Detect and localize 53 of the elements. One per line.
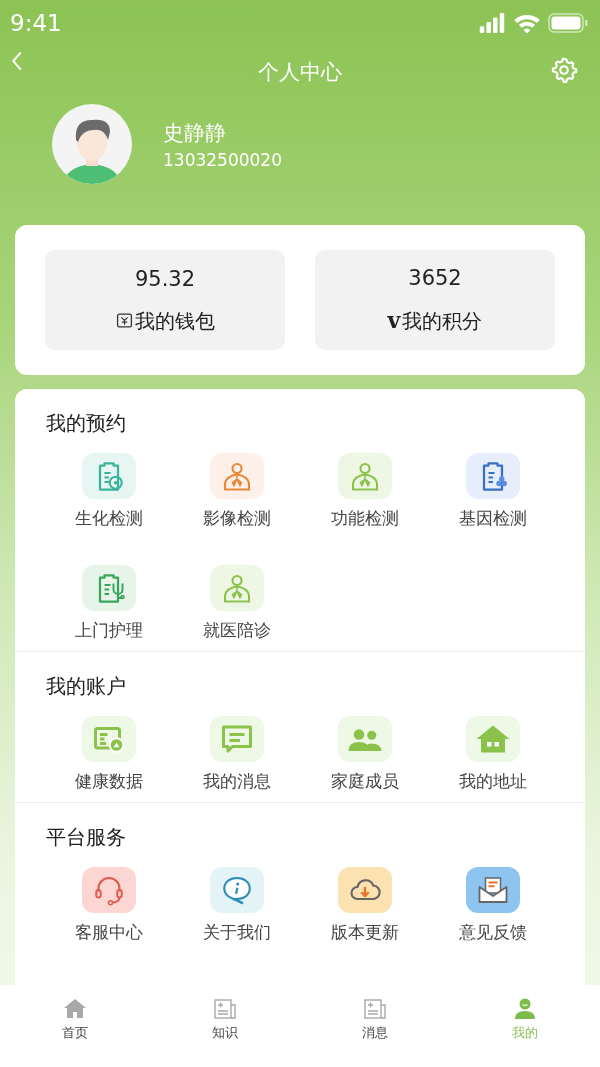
user-phone: 13032500020	[163, 149, 282, 172]
menu-item[interactable]: 健康数据	[45, 716, 173, 792]
torso-icon	[338, 453, 392, 499]
section-title: 平台服务	[45, 824, 127, 851]
menu-item[interactable]: 版本更新	[301, 867, 429, 943]
status-time: 9:41	[10, 8, 62, 38]
tab[interactable]: 知识	[150, 997, 300, 1067]
stat-value: 3652	[408, 264, 462, 292]
message-icon	[210, 716, 264, 762]
stat-tile[interactable]: 3652 v我的积分	[315, 250, 555, 350]
menu-item[interactable]: 意见反馈	[429, 867, 557, 943]
tab[interactable]: 首页	[0, 997, 150, 1067]
card-cloud-icon	[82, 716, 136, 762]
torso-icon	[210, 565, 264, 611]
tab[interactable]: 消息	[300, 997, 450, 1067]
points-icon: v	[387, 304, 401, 338]
menu-item[interactable]: 关于我们	[173, 867, 301, 943]
section-title: 我的账户	[45, 673, 127, 700]
person-icon	[513, 997, 537, 1021]
cloud-download-icon	[338, 867, 392, 913]
people-icon	[338, 716, 392, 762]
clipboard-stethoscope-icon	[82, 565, 136, 611]
menu-item[interactable]: 功能检测	[301, 453, 429, 529]
stat-label: 我的积分	[402, 307, 483, 335]
section-title: 我的预约	[45, 410, 127, 437]
info-bubble-icon	[210, 867, 264, 913]
stat-label: 我的钱包	[134, 307, 215, 335]
news-icon	[213, 997, 237, 1021]
envelope-icon	[466, 867, 520, 913]
stat-tile[interactable]: 95.32 我的钱包	[45, 250, 285, 350]
wifi-icon	[513, 12, 541, 34]
headset-icon	[82, 867, 136, 913]
settings-icon[interactable]	[550, 56, 578, 84]
house-icon	[466, 716, 520, 762]
menu-item[interactable]: 家庭成员	[301, 716, 429, 792]
menu-item[interactable]: 生化检测	[45, 453, 173, 529]
page-title: 个人中心	[258, 59, 342, 87]
home-icon	[63, 997, 87, 1021]
news-icon	[363, 997, 387, 1021]
menu-item[interactable]: 客服中心	[45, 867, 173, 943]
battery-icon	[548, 13, 588, 33]
wallet-icon	[115, 312, 133, 330]
user-name: 史静静	[163, 120, 227, 147]
menu-item[interactable]: 基因检测	[429, 453, 557, 529]
menu-item[interactable]: 影像检测	[173, 453, 301, 529]
menu-item[interactable]: 上门护理	[45, 565, 173, 641]
torso-icon	[210, 453, 264, 499]
signal-icon	[478, 13, 506, 33]
menu-item[interactable]: 就医陪诊	[173, 565, 301, 641]
back-icon[interactable]	[10, 50, 24, 72]
menu-item[interactable]: 我的消息	[173, 716, 301, 792]
stat-value: 95.32	[134, 266, 196, 294]
menu-item[interactable]: 我的地址	[429, 716, 557, 792]
